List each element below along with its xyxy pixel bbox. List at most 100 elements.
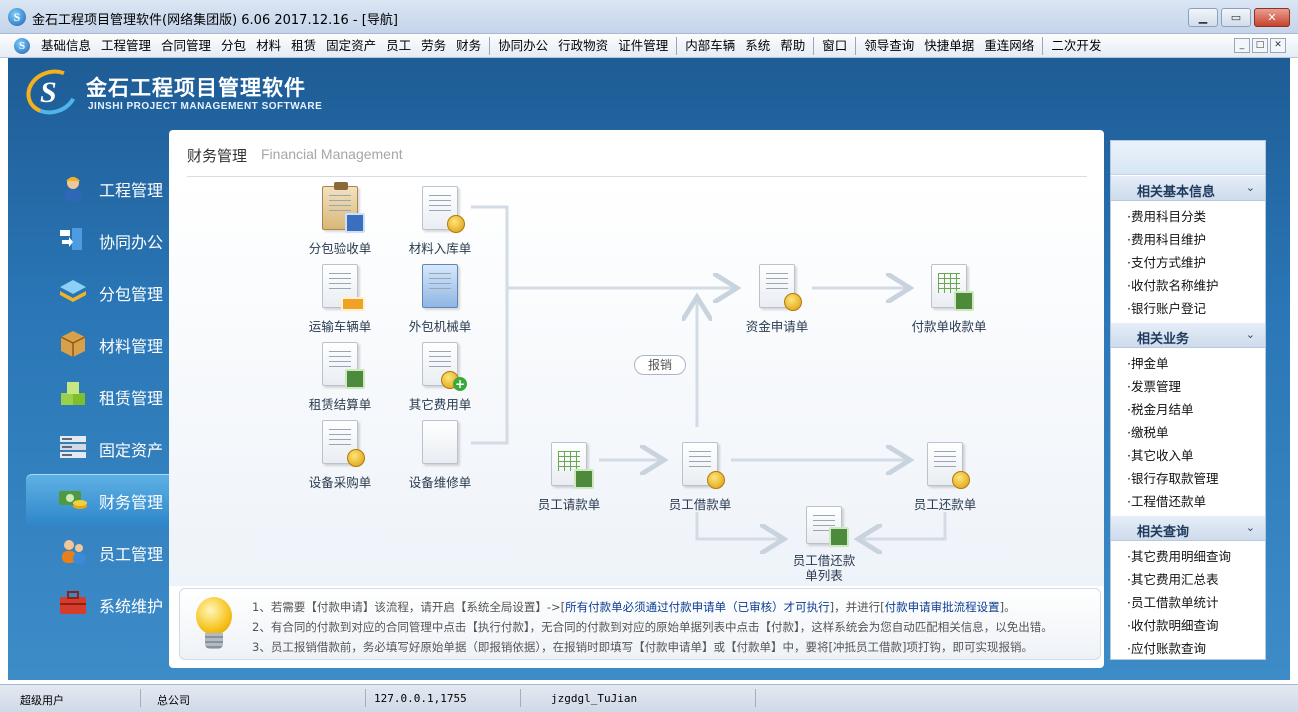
node-zulin-jiesuan[interactable]: 租赁结算单 (295, 342, 385, 413)
section-header-query[interactable]: 相关查询 ⌄ (1111, 515, 1265, 541)
menu-lingdao-chaxun[interactable]: 领导查询 (859, 34, 919, 58)
menu-app-icon[interactable]: S (14, 38, 30, 54)
menu-erci-kaifa[interactable]: 二次开发 (1046, 34, 1106, 58)
node-yunshu-cheliang[interactable]: 运输车辆单 (295, 264, 385, 335)
link-shoufukuan-mingcheng[interactable]: ·收付款名称维护 (1111, 274, 1265, 297)
mdi-close-button[interactable]: ✕ (1270, 38, 1286, 53)
link-fapiao-guanli[interactable]: ·发票管理 (1111, 375, 1265, 398)
link-yajin-dan[interactable]: ·押金单 (1111, 352, 1265, 375)
menu-fenbao[interactable]: 分包 (216, 34, 251, 58)
spreadsheet-user-icon (931, 264, 974, 311)
section-header-business[interactable]: 相关业务 ⌄ (1111, 322, 1265, 348)
menu-zulin[interactable]: 租赁 (286, 34, 321, 58)
link-qita-feiyong-huizong[interactable]: ·其它费用汇总表 (1111, 568, 1265, 591)
link-gongcheng-jiehuan[interactable]: ·工程借还款单 (1111, 490, 1265, 513)
menu-chuangkou[interactable]: 窗口 (817, 34, 852, 58)
mdi-restore-button[interactable]: □ (1252, 38, 1268, 53)
chevron-down-icon: ⌄ (1245, 328, 1255, 341)
users-icon (62, 540, 86, 564)
menu-caiwu[interactable]: 财务 (451, 34, 486, 58)
menu-neibu-cheliang[interactable]: 内部车辆 (680, 34, 740, 58)
mdi-minimize-button[interactable]: _ (1234, 38, 1250, 53)
node-zijin-shenqing[interactable]: 资金申请单 (732, 264, 822, 335)
status-bar: 超级用户 总公司 127.0.0.1,1755 jzgdgl_TuJian (0, 684, 1298, 712)
tip-link-approval-setting[interactable]: 付款申请审批流程设置 (885, 600, 1000, 614)
status-user: 超级用户 (20, 694, 64, 707)
node-jiehuan-list[interactable]: 员工借还款 单列表 (779, 506, 869, 582)
menu-kuaijie-danju[interactable]: 快捷单据 (919, 34, 979, 58)
minimize-button[interactable]: ▁ (1188, 8, 1218, 27)
node-fenbao-yanshou[interactable]: 分包验收单 (295, 182, 385, 257)
nav-item-guding[interactable]: 固定资产 (26, 422, 170, 474)
status-ip: 127.0.0.1,1755 (374, 692, 467, 705)
nav-item-cailiao[interactable]: 材料管理 (26, 318, 170, 370)
stack-icon (60, 280, 86, 302)
node-yuangong-qingkuan[interactable]: 员工请款单 (524, 442, 614, 513)
nav-item-yuangong[interactable]: 员工管理 (26, 526, 170, 578)
link-feiyong-kemu-fenlei[interactable]: ·费用科目分类 (1111, 205, 1265, 228)
nav-item-fenbao[interactable]: 分包管理 (26, 266, 170, 318)
nav-item-xitong[interactable]: 系统维护 (26, 578, 170, 630)
logo-title: 金石工程项目管理软件 (86, 76, 306, 100)
menu-hetong-guanli[interactable]: 合同管理 (156, 34, 216, 58)
menu-yuangong[interactable]: 员工 (381, 34, 416, 58)
restore-button[interactable]: ▭ (1221, 8, 1251, 27)
node-shebei-caigou[interactable]: 设备采购单 (295, 420, 385, 491)
menu-xitong[interactable]: 系统 (740, 34, 775, 58)
menu-cailiao[interactable]: 材料 (251, 34, 286, 58)
link-feiyong-kemu-weihu[interactable]: ·费用科目维护 (1111, 228, 1265, 251)
nav-item-xietong[interactable]: 协同办公 (26, 214, 170, 266)
link-qita-shouru[interactable]: ·其它收入单 (1111, 444, 1265, 467)
menu-guding-zichan[interactable]: 固定资产 (321, 34, 381, 58)
nav-item-gongcheng[interactable]: 工程管理 (26, 162, 170, 214)
link-shuijin-yuejie[interactable]: ·税金月结单 (1111, 398, 1265, 421)
mdi-controls: _ □ ✕ (1234, 38, 1286, 53)
node-label: 付款单收款单 (911, 319, 987, 334)
wrench-document-icon (422, 420, 458, 464)
menu-xietong-bangong[interactable]: 协同办公 (493, 34, 553, 58)
reimburse-badge: 报销 (634, 355, 686, 375)
menu-bangzhu[interactable]: 帮助 (775, 34, 810, 58)
node-label: 租赁结算单 (308, 397, 372, 412)
node-waibao-jixie[interactable]: 外包机械单 (395, 264, 485, 335)
node-qita-feiyong[interactable]: + 其它费用单 (395, 342, 485, 413)
menu-chonglian-wangluo[interactable]: 重连网络 (979, 34, 1039, 58)
nav-item-caiwu[interactable]: 财务管理 (26, 474, 170, 526)
nav-item-zulin[interactable]: 租赁管理 (26, 370, 170, 422)
collaboration-icon (60, 228, 82, 250)
section-header-basic[interactable]: 相关基本信息 ⌄ (1111, 175, 1265, 201)
link-yuangong-jiekuan-tongji[interactable]: ·员工借款单统计 (1111, 591, 1265, 614)
node-shebei-weixiu[interactable]: 设备维修单 (395, 420, 485, 491)
menu-zhengjian-guanli[interactable]: 证件管理 (613, 34, 673, 58)
link-qita-feiyong-mingxi[interactable]: ·其它费用明细查询 (1111, 545, 1265, 568)
link-jiaoshui-dan[interactable]: ·缴税单 (1111, 421, 1265, 444)
menu-laowu[interactable]: 劳务 (416, 34, 451, 58)
document-coin-icon (322, 420, 365, 467)
window-controls: ▁ ▭ ✕ (1188, 8, 1290, 27)
related-panel-header (1111, 141, 1265, 175)
menu-xingzheng-wuzi[interactable]: 行政物资 (553, 34, 613, 58)
node-cailiao-ruku[interactable]: 材料入库单 (395, 186, 485, 257)
truck-document-icon (322, 264, 365, 311)
tip-line-1: 1、若需要【付款申请】该流程，请开启【系统全局设置】->[所有付款单必须通过付款… (252, 600, 1016, 614)
node-label: 员工请款单 (537, 497, 601, 512)
link-yingfu-zhangkuan[interactable]: ·应付账款查询 (1111, 637, 1265, 659)
link-yinhang-cunqu[interactable]: ·银行存取款管理 (1111, 467, 1265, 490)
app-logo-icon: S (8, 8, 26, 26)
nav-item-label: 协同办公 (99, 233, 164, 252)
menu-jichu-xinxi[interactable]: 基础信息 (36, 34, 96, 58)
node-yuangong-huankuan[interactable]: 员工还款单 (900, 442, 990, 513)
worker-icon (65, 177, 81, 201)
section-list-basic: ·费用科目分类 ·费用科目维护 ·支付方式维护 ·收付款名称维护 ·银行账户登记 (1111, 201, 1265, 322)
link-zhifu-fangshi[interactable]: ·支付方式维护 (1111, 251, 1265, 274)
node-fukuan-shoukuan[interactable]: 付款单收款单 (904, 264, 994, 335)
link-yinhang-zhanghu[interactable]: ·银行账户登记 (1111, 297, 1265, 320)
node-yuangong-jiekuan[interactable]: 员工借款单 (655, 442, 745, 513)
link-shoufukuan-mingxi[interactable]: ·收付款明细查询 (1111, 614, 1265, 637)
tip-link-payment-rule[interactable]: 所有付款单必须通过付款申请单（已审核）才可执行 (565, 600, 830, 614)
menu-gongcheng-guanli[interactable]: 工程管理 (96, 34, 156, 58)
menu-separator (676, 37, 678, 55)
close-button[interactable]: ✕ (1254, 8, 1290, 27)
toolbox-icon (60, 591, 86, 614)
related-panel: 相关基本信息 ⌄ ·费用科目分类 ·费用科目维护 ·支付方式维护 ·收付款名称维… (1110, 140, 1266, 660)
